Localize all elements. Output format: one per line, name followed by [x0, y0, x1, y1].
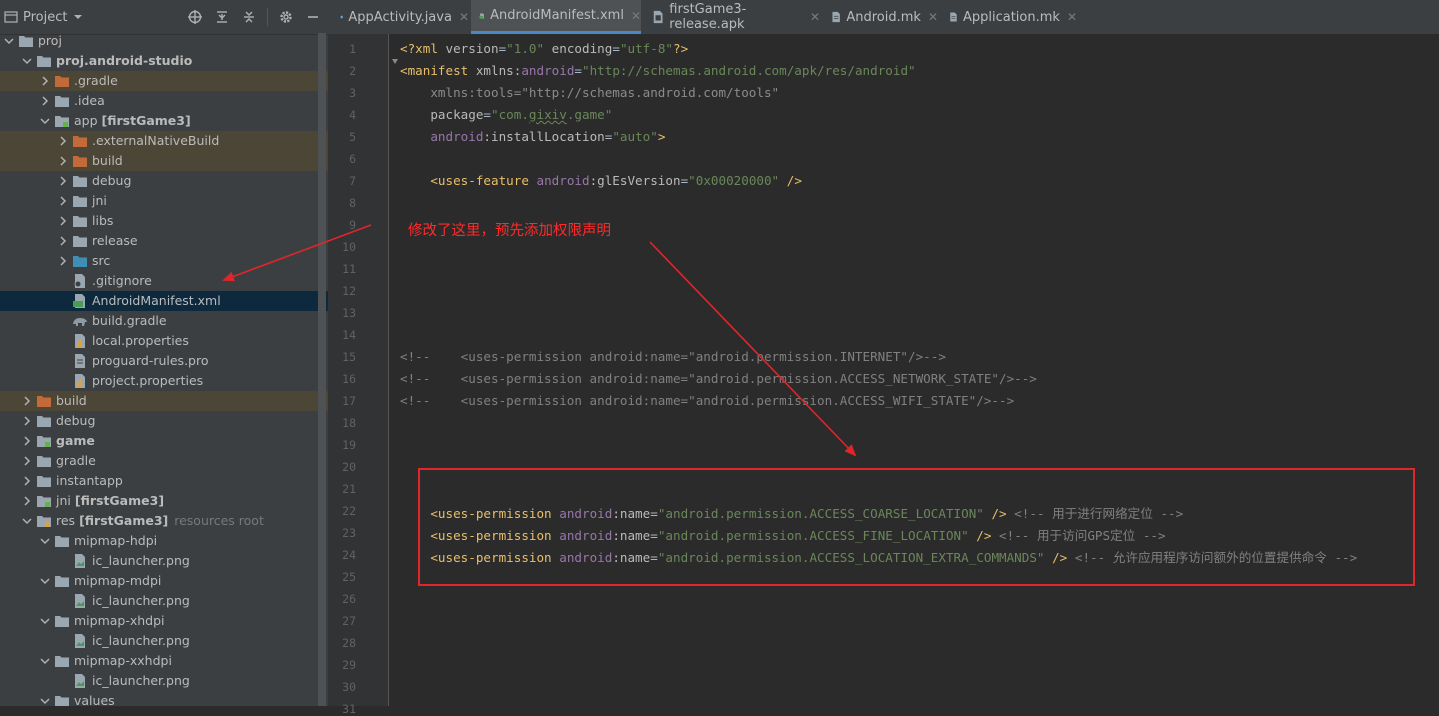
annotation-arrows — [222, 224, 857, 457]
arrow-to-permissions — [649, 241, 857, 457]
arrow-to-manifest-file — [222, 224, 372, 282]
